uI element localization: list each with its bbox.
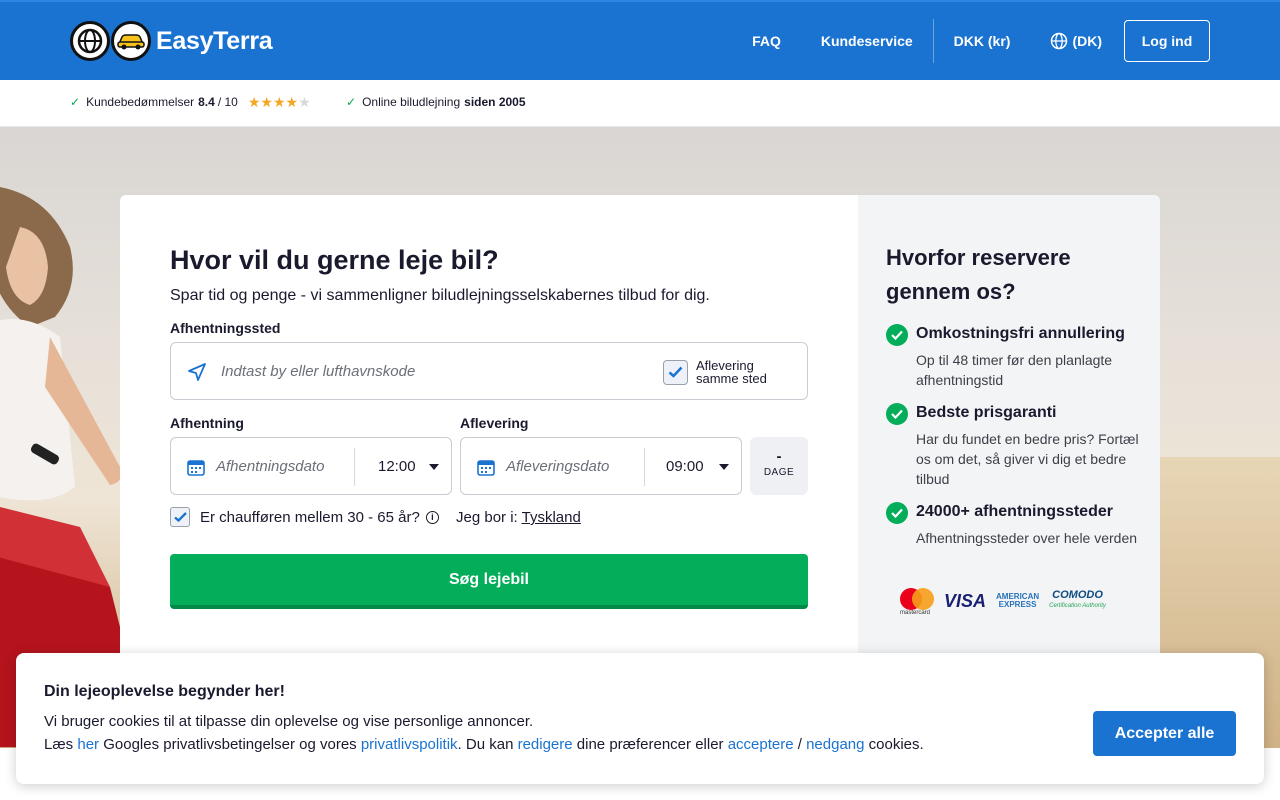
field-divider	[644, 448, 645, 486]
benefit-desc: Op til 48 timer før den planlagte afhent…	[916, 352, 1113, 388]
accept-all-button[interactable]: Accepter alle	[1093, 711, 1236, 756]
days-value: -	[776, 448, 782, 465]
calendar-icon	[187, 460, 205, 476]
rating-stars: ★ ★ ★ ★ ★	[248, 95, 311, 109]
pickup-date-time-field[interactable]: Afhentningsdato 12:00	[170, 437, 452, 495]
benefit-title: 24000+ afhentningssteder	[916, 503, 1113, 520]
search-car-button[interactable]: Søg lejebil	[170, 554, 808, 609]
online-since: siden 2005	[464, 95, 526, 109]
rating-max: / 10	[217, 95, 238, 109]
location-arrow-icon	[188, 363, 206, 381]
check-icon: ✓	[70, 95, 81, 109]
pickup-date-placeholder: Afhentningsdato	[216, 458, 325, 475]
cookie-text-line1: Vi bruger cookies til at tilpasse din op…	[44, 713, 534, 730]
globe-icon	[1051, 32, 1068, 50]
star-icon: ★	[260, 94, 273, 110]
dropoff-date-placeholder: Afleveringsdato	[506, 458, 610, 475]
ratings-label: Kundebedømmelser	[86, 95, 195, 109]
same-dropoff-checkbox[interactable]	[663, 359, 688, 385]
driver-age-checkbox[interactable]	[170, 507, 190, 527]
residence-info: Jeg bor i: Tyskland	[456, 509, 581, 526]
pickup-time-select[interactable]: 12:00	[378, 458, 416, 475]
days-label: DAGE	[763, 467, 795, 478]
pickup-place-label: Afhentningssted	[170, 320, 281, 336]
residence-country-link[interactable]: Tyskland	[522, 509, 581, 526]
form-subtitle: Spar tid og penge - vi sammenligner bilu…	[170, 287, 710, 304]
star-icon: ★	[272, 94, 286, 110]
decline-link[interactable]: nedgang	[806, 736, 864, 753]
form-title: Hvor vil du gerne leje bil?	[170, 245, 499, 275]
residence-label: Jeg bor i:	[456, 509, 518, 526]
pickup-location-placeholder: Indtast by eller lufthavnskode	[221, 363, 416, 380]
mastercard-logo: mastercard	[900, 588, 934, 616]
brand-name: EasyTerra	[156, 26, 273, 55]
check-circle-icon	[886, 324, 908, 346]
dropoff-time-select[interactable]: 09:00	[666, 458, 704, 475]
comodo-logo: COMODO Certification Authority	[1049, 589, 1106, 610]
same-dropoff-option[interactable]: Aflevering samme sted	[663, 359, 776, 385]
nav-customer-service[interactable]: Kundeservice	[801, 19, 933, 63]
dropoff-label: Aflevering	[460, 415, 529, 431]
car-icon	[111, 21, 151, 61]
benefit-desc: Har du fundet en bedre pris? Fortæl os o…	[916, 431, 1139, 487]
benefit-title: Bedste prisgaranti	[916, 404, 1057, 421]
star-icon: ★	[298, 94, 311, 110]
check-circle-icon	[886, 502, 908, 524]
accept-link[interactable]: acceptere	[728, 736, 794, 753]
cookie-here-link[interactable]: her	[77, 736, 99, 753]
globe-icon	[70, 21, 110, 61]
chevron-down-icon	[719, 464, 729, 470]
search-card: Hvor vil du gerne leje bil? Spar tid og …	[120, 195, 1160, 665]
check-circle-icon	[886, 403, 908, 425]
check-icon: ✓	[346, 95, 357, 109]
edit-preferences-link[interactable]: redigere	[518, 736, 573, 753]
visa-logo: VISA	[944, 590, 987, 611]
chevron-down-icon	[429, 464, 439, 470]
calendar-icon	[477, 460, 495, 476]
checkmark-icon	[668, 366, 683, 378]
pickup-label: Afhentning	[170, 415, 244, 431]
benefit-title: Omkostningsfri annullering	[916, 325, 1125, 342]
cookie-text-line2: Læs her Googles privatlivsbetingelser og…	[44, 736, 924, 753]
language-label: (DK)	[1072, 33, 1102, 49]
nav-faq[interactable]: FAQ	[732, 19, 801, 63]
trust-bar: ✓ Kundebedømmelser 8.4 / 10 ★ ★ ★ ★ ★ ✓ Onli…	[0, 80, 1280, 127]
privacy-policy-link[interactable]: privatlivspolitik	[361, 736, 458, 753]
cookie-title: Din lejeoplevelse begynder her!	[44, 683, 285, 700]
driver-age-option[interactable]: Er chaufføren mellem 30 - 65 år? i	[170, 507, 439, 527]
language-selector[interactable]: (DK)	[1030, 19, 1122, 63]
star-icon: ★	[247, 94, 261, 110]
pickup-location-field[interactable]: Indtast by eller lufthavnskode Afleverin…	[170, 342, 808, 400]
star-icon: ★	[285, 94, 299, 110]
amex-logo: AMERICAN EXPRESS	[996, 592, 1040, 609]
currency-selector[interactable]: DKK (kr)	[934, 19, 1031, 63]
rating-score: 8.4	[198, 95, 215, 109]
main-nav: FAQ Kundeservice DKK (kr) (DK) Log ind	[732, 19, 1210, 63]
same-dropoff-label: Aflevering samme sted	[696, 358, 767, 386]
ratings-item: ✓ Kundebedømmelser 8.4 / 10 ★ ★ ★ ★ ★	[70, 95, 311, 109]
cookie-banner: Din lejeoplevelse begynder her! Vi bruge…	[16, 653, 1264, 784]
dropoff-date-time-field[interactable]: Afleveringsdato 09:00	[460, 437, 742, 495]
why-title: Hvorfor reservere gennem os?	[886, 245, 1071, 304]
login-button[interactable]: Log ind	[1124, 20, 1210, 62]
online-label: Online biludlejning	[362, 95, 461, 109]
checkmark-icon	[173, 512, 187, 522]
why-book-panel: Hvorfor reservere gennem os? Omkostnings…	[858, 195, 1160, 665]
field-divider	[354, 448, 355, 486]
online-since-item: ✓ Online biludlejning siden 2005	[346, 95, 526, 109]
brand-logo[interactable]: EasyTerra	[70, 20, 273, 62]
driver-age-label: Er chaufføren mellem 30 - 65 år?	[200, 508, 420, 526]
benefit-desc: Afhentningssteder over hele verden	[916, 530, 1138, 546]
rental-days-counter: - DAGE	[750, 437, 808, 495]
top-header: EasyTerra FAQ Kundeservice DKK (kr) (DK)…	[0, 0, 1280, 80]
info-icon[interactable]: i	[425, 510, 439, 524]
payment-logos: mastercard VISA AMERICAN EXPRESS COMODO …	[900, 588, 1106, 616]
